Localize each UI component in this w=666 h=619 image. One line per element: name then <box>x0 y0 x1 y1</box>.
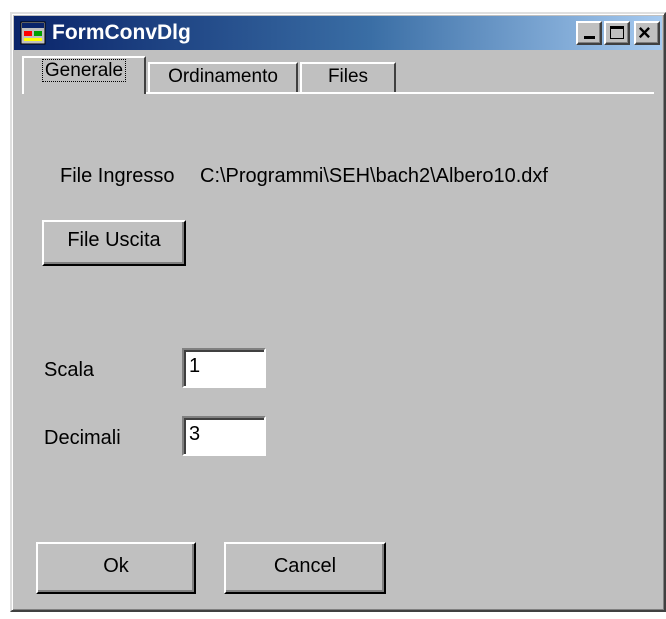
decimals-field[interactable]: 3 <box>182 416 266 456</box>
tab-files[interactable]: Files <box>300 62 396 92</box>
scale-field[interactable]: 1 <box>182 348 266 388</box>
input-file-path: C:\Programmi\SEH\bach2\Albero10.dxf <box>200 165 548 187</box>
tab-generale[interactable]: Generale <box>22 56 146 94</box>
app-icon <box>20 21 46 45</box>
dialog-window: FormConvDlg × Generale Ordinamento Files… <box>10 12 666 612</box>
maximize-icon <box>610 26 624 39</box>
scale-label: Scala <box>44 359 95 381</box>
tab-ordinamento[interactable]: Ordinamento <box>148 62 298 92</box>
tab-generale-label: Generale <box>41 59 127 82</box>
cancel-button[interactable]: Cancel <box>224 542 386 594</box>
tab-panel-generale: File Ingresso C:\Programmi\SEH\bach2\Alb… <box>22 92 642 602</box>
window-title: FormConvDlg <box>52 21 191 44</box>
decimals-label: Decimali <box>44 427 121 449</box>
output-file-button[interactable]: File Uscita <box>42 220 186 266</box>
close-button[interactable]: × <box>634 21 660 45</box>
close-icon: × <box>638 20 651 45</box>
tab-files-label: Files <box>327 66 369 87</box>
maximize-button[interactable] <box>604 21 630 45</box>
input-file-label: File Ingresso <box>60 165 175 187</box>
minimize-button[interactable] <box>576 21 602 45</box>
title-bar[interactable]: FormConvDlg × <box>14 16 662 50</box>
tab-ordinamento-label: Ordinamento <box>168 66 278 87</box>
ok-button[interactable]: Ok <box>36 542 196 594</box>
minimize-icon <box>584 36 595 39</box>
